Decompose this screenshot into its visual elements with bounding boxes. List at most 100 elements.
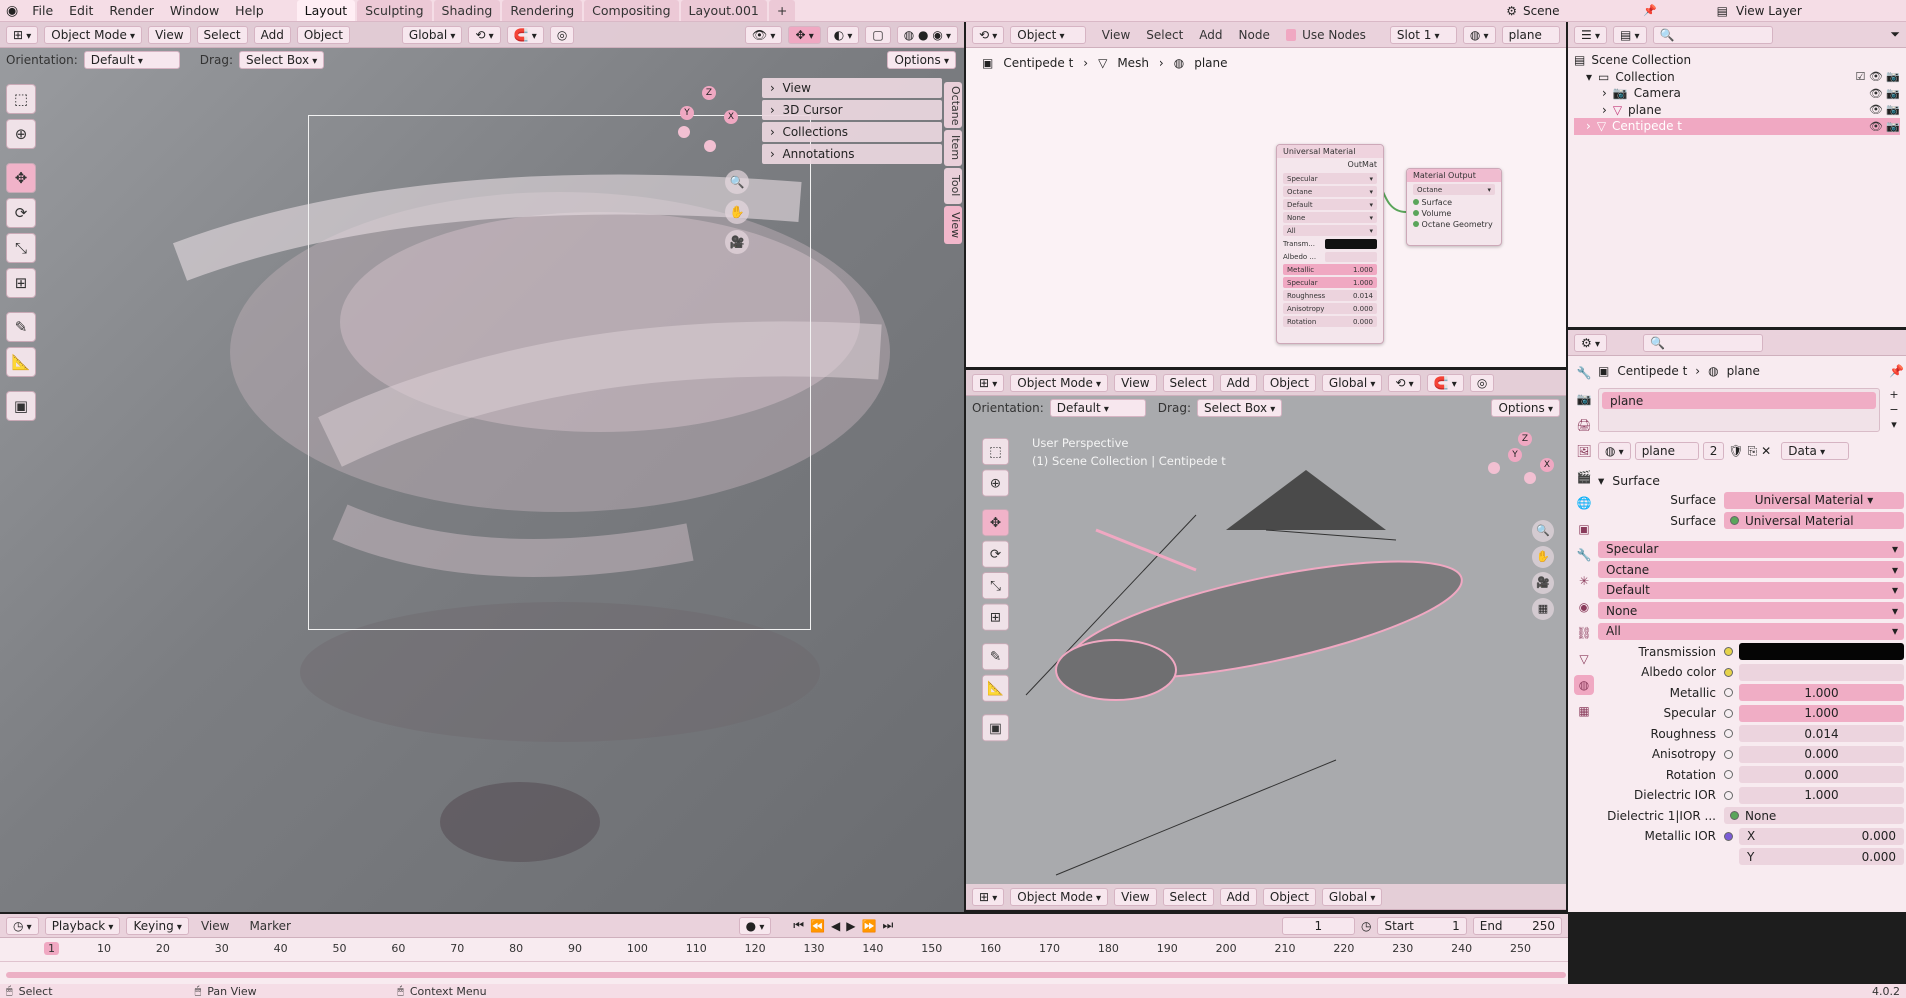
pin-icon[interactable]: 📌	[1643, 4, 1657, 17]
editor-type-button[interactable]: ⊞	[972, 887, 1005, 906]
outliner-search-input[interactable]: 🔍	[1652, 25, 1773, 44]
node-row-roughness[interactable]: Roughness 0.014	[1283, 290, 1377, 301]
socket-icon[interactable]	[1724, 667, 1733, 677]
menu-view[interactable]: View	[1114, 887, 1157, 906]
gizmo-icon[interactable]: ✥	[788, 25, 821, 44]
annotate-icon[interactable]: ✎	[982, 643, 1009, 671]
tab-shading[interactable]: Shading	[433, 0, 501, 21]
checkbox-icon[interactable]: ☑ 👁 📷	[1855, 70, 1900, 83]
filter-icon[interactable]: ⏷	[1890, 27, 1900, 42]
scale-icon[interactable]: ⤡	[6, 233, 36, 263]
camera-view-icon[interactable]: 🎥	[725, 230, 749, 254]
editor-type-button[interactable]: ⊞	[6, 25, 39, 44]
transform-icon[interactable]: ⊞	[6, 268, 36, 298]
menu-edit[interactable]: Edit	[61, 3, 101, 18]
nav-gizmo[interactable]: Z Y X	[1488, 432, 1562, 506]
outliner-item-selected[interactable]: › ▽ Centipede t 👁 📷	[1574, 118, 1900, 135]
grid-view-icon[interactable]: ▦	[1532, 598, 1554, 620]
dielectric-1ior-link[interactable]: None	[1724, 807, 1904, 825]
timeline-marker-menu[interactable]: Marker	[249, 919, 290, 933]
pan-hand-icon[interactable]: ✋	[1532, 546, 1554, 568]
node-row-albedo[interactable]: Albedo ...	[1283, 251, 1377, 262]
duplicate-icon[interactable]: ⎘	[1748, 444, 1758, 459]
dielectric-ior-slider[interactable]: 1.000	[1739, 786, 1904, 804]
tab-sculpting[interactable]: Sculpting	[357, 0, 432, 21]
link-select[interactable]: Data	[1781, 442, 1850, 460]
default-select[interactable]: Default ▾	[1598, 581, 1904, 599]
scene-tab-icon[interactable]: 🎬	[1574, 467, 1594, 487]
visibility-icon[interactable]: 👁 📷	[1869, 87, 1900, 100]
timeline-type-icon[interactable]: ◷	[6, 916, 39, 935]
rotate-icon[interactable]: ⟳	[982, 540, 1009, 568]
zoom-icon[interactable]: 🔍	[725, 170, 749, 194]
add-cube-icon[interactable]: ▣	[982, 714, 1009, 742]
tab-compositing[interactable]: Compositing	[584, 0, 679, 21]
scene-name[interactable]: Scene	[1523, 4, 1643, 18]
world-tab-icon[interactable]: 🌐	[1574, 493, 1594, 513]
visibility-icon[interactable]: 👁 📷	[1869, 120, 1900, 133]
prev-keyframe-icon[interactable]: ⏪	[810, 919, 825, 933]
outliner-type-icon[interactable]: ☰	[1574, 25, 1607, 44]
material-tab-icon[interactable]: ◍	[1574, 675, 1594, 695]
gizmo-x-icon[interactable]: X	[724, 110, 738, 124]
properties-type-icon[interactable]: ⚙	[1574, 333, 1607, 352]
add-workspace-button[interactable]: +	[768, 0, 796, 21]
menu-view[interactable]: View	[148, 25, 191, 44]
move-icon[interactable]: ✥	[6, 163, 36, 193]
move-icon[interactable]: ✥	[982, 509, 1009, 537]
render-tab-icon[interactable]: 📷	[1574, 389, 1594, 409]
node-row-specular[interactable]: Specular 1.000	[1283, 277, 1377, 288]
slot-menu-icon[interactable]: ▾	[1884, 418, 1904, 431]
measure-icon[interactable]: 📐	[6, 347, 36, 377]
socket-icon[interactable]	[1724, 831, 1733, 841]
measure-icon[interactable]: 📐	[982, 674, 1009, 702]
view-layer-tab-icon[interactable]: 🖼	[1574, 441, 1594, 461]
universal-material-node[interactable]: Universal Material OutMat Specular ▾ Octa…	[1276, 144, 1384, 344]
socket-icon[interactable]	[1724, 688, 1733, 698]
socket-icon[interactable]	[1724, 749, 1733, 759]
gizmo-x-icon[interactable]: X	[1540, 458, 1554, 472]
pivot-icon[interactable]: ⟲	[468, 25, 501, 44]
start-frame-field[interactable]: Start 1	[1377, 916, 1467, 935]
output-geometry-socket[interactable]: Octane Geometry	[1407, 219, 1501, 230]
cursor-icon[interactable]: ⊕	[982, 469, 1009, 497]
node-dropdown[interactable]: All ▾	[1283, 225, 1377, 236]
none-select[interactable]: None ▾	[1598, 602, 1904, 620]
material-slot-item[interactable]: plane	[1602, 392, 1876, 409]
surface-panel-header[interactable]: ▾ Surface	[1598, 470, 1904, 490]
modifier-tab-icon[interactable]: 🔧	[1574, 545, 1594, 565]
socket-icon[interactable]	[1724, 790, 1733, 800]
metallic-ior-x-field[interactable]: X 0.000	[1739, 827, 1904, 845]
keyframe-record-icon[interactable]: ●	[738, 916, 772, 935]
object-tab-icon[interactable]: ▣	[1574, 519, 1594, 539]
proportional-edit-icon[interactable]: ◎	[549, 25, 575, 44]
node-editor[interactable]: ⟲ Object View Select Add Node Use Nodes …	[966, 22, 1566, 367]
keying-menu[interactable]: Keying	[126, 916, 189, 935]
gizmo-y-icon[interactable]: Y	[1508, 448, 1522, 462]
xray-icon[interactable]: ▢	[865, 25, 891, 44]
visibility-icon[interactable]: 👁 📷	[1869, 103, 1900, 116]
socket-icon[interactable]	[1724, 708, 1733, 718]
snap-icon[interactable]: 🧲	[506, 25, 544, 44]
transform-orientation-select[interactable]: Global	[1321, 887, 1383, 906]
visibility-icon[interactable]: 👁	[745, 25, 783, 44]
node-row-transmission[interactable]: Transm...	[1283, 238, 1377, 249]
transform-orientation-select[interactable]: Global	[401, 25, 463, 44]
particles-tab-icon[interactable]: ✳	[1574, 571, 1594, 591]
viewport-right[interactable]: ⊞ Object Mode View Select Add Object Glo…	[966, 370, 1566, 910]
timeline-ruler[interactable]: 1 10 20 30 40 50 60 70 80 90 100 110 120 130 140 150 160…	[0, 942, 1568, 962]
overlay-icon[interactable]: ◐	[826, 25, 860, 44]
remove-slot-icon[interactable]: −	[1884, 403, 1904, 416]
menu-object[interactable]: Object	[1262, 887, 1316, 906]
outliner-item[interactable]: ▾ ▭ Collection ☑ 👁 📷	[1574, 69, 1900, 86]
material-browse-icon[interactable]: ◍	[1598, 442, 1631, 460]
tab-tool[interactable]: Tool	[944, 168, 962, 204]
drag-select[interactable]: Select Box	[238, 51, 325, 69]
outliner-item[interactable]: › ▽ plane 👁 📷	[1574, 102, 1900, 119]
output-surface-socket[interactable]: Surface	[1407, 197, 1501, 208]
outliner-item[interactable]: ▤ Scene Collection	[1574, 52, 1900, 69]
nav-gizmo[interactable]: Z Y X	[670, 86, 740, 156]
material-slot-list[interactable]: plane	[1598, 388, 1880, 432]
add-slot-icon[interactable]: +	[1884, 388, 1904, 401]
menu-render[interactable]: Render	[101, 3, 162, 18]
